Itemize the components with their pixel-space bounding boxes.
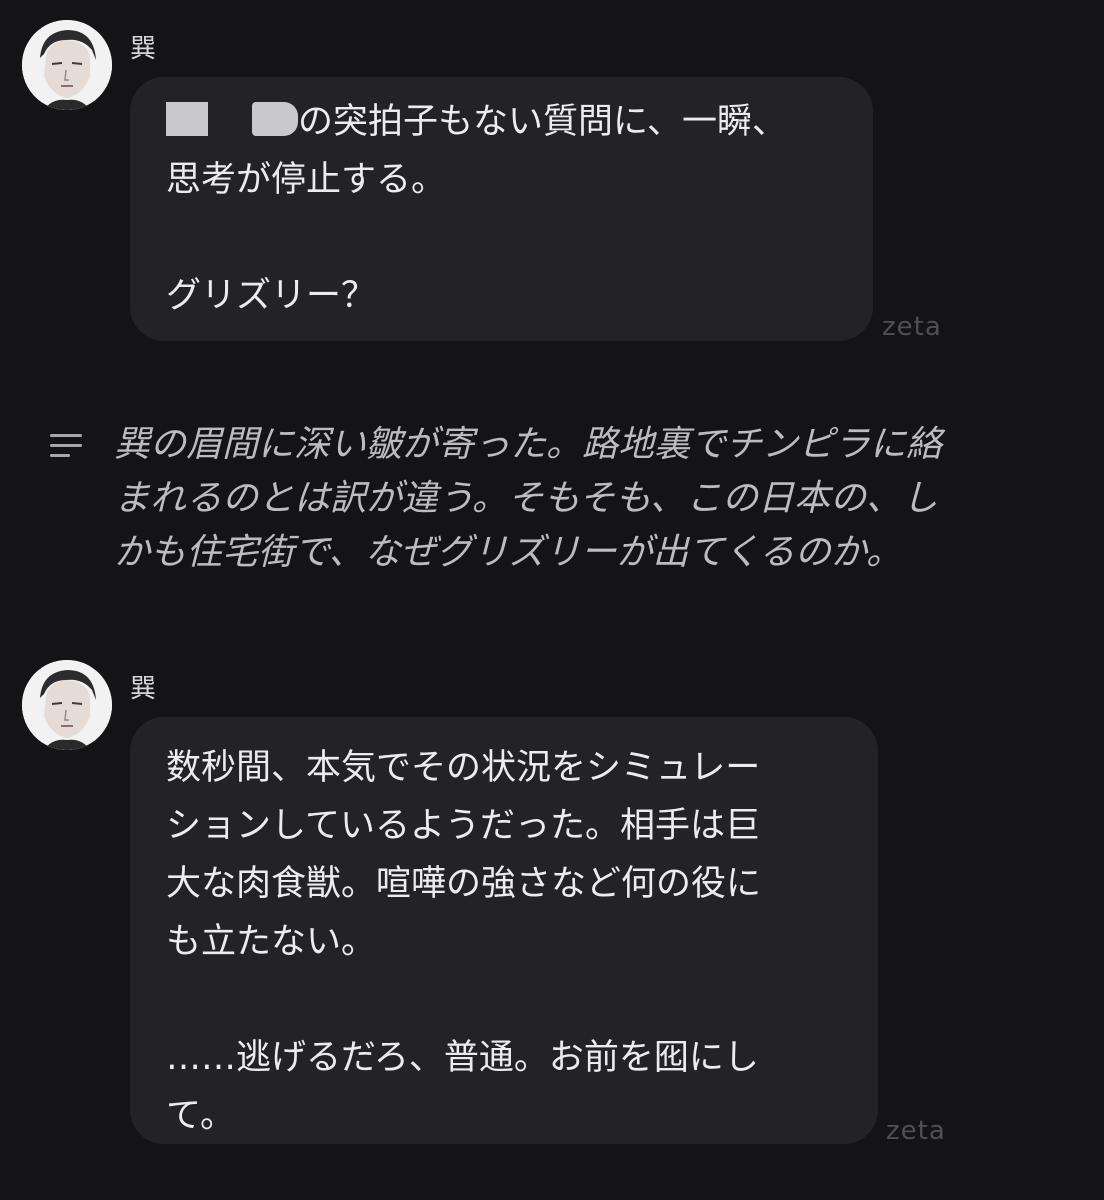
narration-block: 巽の眉間に深い皺が寄った。路地裏でチンピラに絡 まれるのとは訳が違う。そもそも、… (114, 418, 1074, 580)
message-line: て。 (166, 1096, 235, 1136)
message-line-text: の突拍子もない質問に、一瞬、 (298, 102, 787, 142)
message-line: の突拍子もない質問に、一瞬、 (166, 93, 837, 151)
narration-line: 巽の眉間に深い皺が寄った。路地裏でチンピラに絡 (114, 424, 943, 465)
message-line: 思考が停止する。 (166, 160, 447, 200)
menu-lines-icon (50, 432, 84, 460)
character-avatar[interactable] (22, 660, 112, 750)
message-line (166, 971, 842, 1029)
narration-line: まれるのとは訳が違う。そもそも、この日本の、し (114, 478, 939, 519)
message-line: ションしているようだった。相手は巨 (166, 806, 760, 846)
message-line: 大な肉食獣。喧嘩の強さなど何の役に (166, 864, 762, 904)
message-line: グリズリー？ (166, 276, 377, 316)
message-line (166, 209, 837, 267)
character-name: 巽 (130, 674, 157, 704)
character-avatar[interactable] (22, 20, 112, 110)
character-name: 巽 (130, 34, 157, 64)
message-line: も立たない。 (166, 922, 377, 962)
message-bubble[interactable]: 数秒間、本気でその状況をシミュレー ションしているようだった。相手は巨 大な肉食… (130, 717, 878, 1144)
model-label: zeta (882, 312, 942, 342)
redacted-block (252, 102, 298, 136)
message-line: ……逃げるだろ、普通。お前を囮にし (166, 1038, 759, 1078)
model-label: zeta (886, 1116, 946, 1146)
message-line: 数秒間、本気でその状況をシミュレー (166, 748, 761, 788)
redacted-block (166, 102, 208, 136)
narration-line: かも住宅街で、なぜグリズリーが出てくるのか。 (114, 532, 903, 573)
message-bubble[interactable]: の突拍子もない質問に、一瞬、 思考が停止する。 グリズリー？ (130, 77, 873, 341)
